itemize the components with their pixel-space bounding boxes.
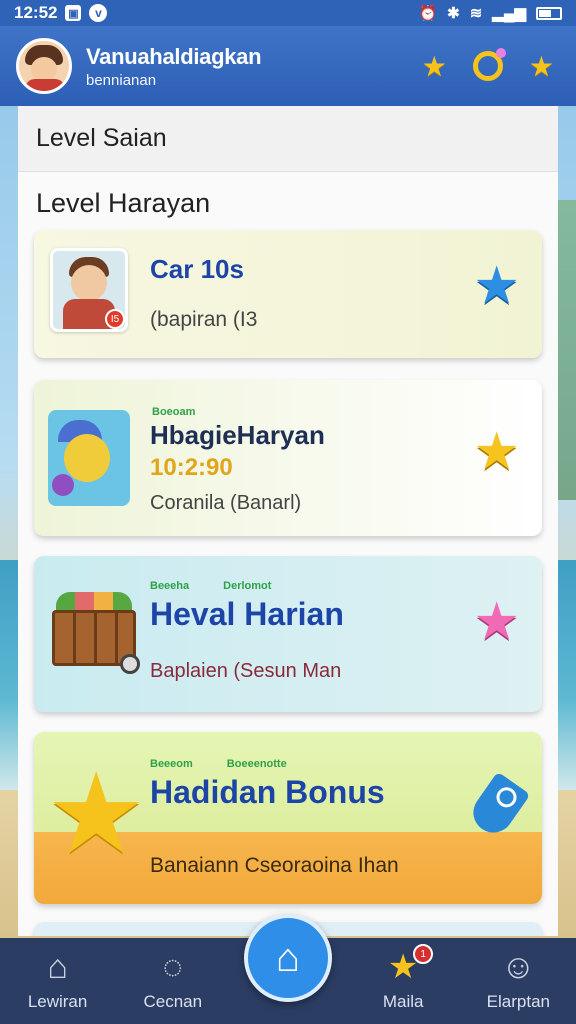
app-header: Vanuahaldiagkan bennianan ★ ★	[0, 26, 576, 106]
home-icon: ⌂	[47, 948, 68, 986]
status-bar: 12:52 ▣ v ⏰ ✱ ≋ ▂▄▆	[0, 0, 576, 26]
home-center-icon: ⌂	[275, 935, 301, 980]
card-title: Heval Harian	[150, 596, 344, 632]
card-tag: Derlomot	[223, 580, 272, 592]
card-time: 10:2:90	[150, 454, 233, 481]
basket-thumbnail	[48, 584, 140, 676]
price-tag-icon[interactable]	[465, 771, 531, 841]
level-card-3[interactable]: Beeeha Derlomot Heval Harian Baplaien (S…	[34, 556, 542, 712]
star-icon[interactable]: ★	[473, 260, 520, 312]
card-subtitle: (bapiran (I3	[150, 308, 258, 331]
bluetooth-icon: ✱	[447, 5, 460, 22]
level-card-2[interactable]: Boeoam HbagieHaryan 10:2:90 Coranila (Ba…	[34, 380, 542, 536]
character-thumbnail	[48, 410, 130, 506]
nav-item-cecnan[interactable]: ◌ Cecnan	[123, 950, 223, 1012]
nav-label: Elarptan	[486, 992, 550, 1011]
card-tag: Beeeom	[150, 758, 193, 770]
card-subtitle: Coranila (Banarl)	[150, 492, 302, 514]
card-tag: Boeeenotte	[226, 758, 287, 770]
nav-item-elarptan[interactable]: ☺ Elarptan	[468, 950, 568, 1012]
card-subtitle: Banaiann Cseoraoina Ihan	[150, 854, 399, 877]
home-button[interactable]: ⌂	[244, 914, 332, 1002]
count-badge: I5	[105, 309, 125, 329]
bonus-star-icon: ★	[46, 751, 147, 876]
battery-icon	[536, 6, 562, 20]
section-title: Level Saian	[36, 124, 167, 152]
signal-icon: ▂▄▆	[492, 5, 526, 22]
bonus-card[interactable]: ★ Beeeom Boeeenotte Hadidan Bonus Banaia…	[34, 732, 542, 904]
star-icon[interactable]: ★	[529, 50, 554, 83]
star-icon[interactable]: ★	[422, 50, 447, 83]
app-icon: ▣	[65, 5, 82, 21]
gear-icon[interactable]	[472, 48, 506, 81]
alarm-icon: ⏰	[418, 5, 438, 22]
card-tag: Beeeha	[150, 580, 190, 592]
level-card-1[interactable]: I5 Car 10s (bapiran (I3 ★	[34, 230, 542, 358]
chat-icon: ◌	[162, 948, 183, 986]
nav-item-lewiran[interactable]: ⌂ Lewiran	[8, 950, 108, 1012]
card-tag: Boeoam	[152, 406, 196, 418]
page-title: Vanuahaldiagkan	[86, 43, 262, 69]
background-palm	[556, 200, 576, 500]
status-time: 12:52	[14, 3, 58, 22]
card-title: HbagieHaryan	[150, 420, 325, 450]
character-thumbnail: I5	[50, 248, 128, 332]
nav-label: Maila	[382, 992, 424, 1011]
section-subtitle: Level Harayan	[36, 188, 211, 218]
wifi-icon: ≋	[469, 5, 483, 22]
nav-label: Cecnan	[143, 992, 203, 1011]
card-subtitle: Baplaien (Sesun Man	[150, 660, 342, 682]
nav-label: Lewiran	[27, 992, 88, 1011]
page-subtitle: bennianan	[86, 71, 157, 89]
profile-icon: ☺	[500, 948, 536, 986]
magnifier-icon	[120, 654, 140, 674]
star-icon[interactable]: ★	[473, 426, 520, 478]
v-icon: v	[89, 4, 108, 22]
card-title: Hadidan Bonus	[150, 774, 385, 810]
content-panel: Level Saian Level Harayan I5 Car 10s (ba…	[18, 106, 558, 936]
star-icon[interactable]: ★	[473, 596, 520, 648]
avatar[interactable]	[16, 38, 72, 94]
notification-badge: 1	[413, 944, 434, 964]
card-title: Car 10s	[150, 254, 244, 284]
section-bar[interactable]: Level Saian	[18, 106, 558, 172]
header-titles: Vanuahaldiagkan bennianan	[86, 43, 262, 89]
nav-item-maila[interactable]: ★ 1 Maila	[353, 944, 453, 1012]
